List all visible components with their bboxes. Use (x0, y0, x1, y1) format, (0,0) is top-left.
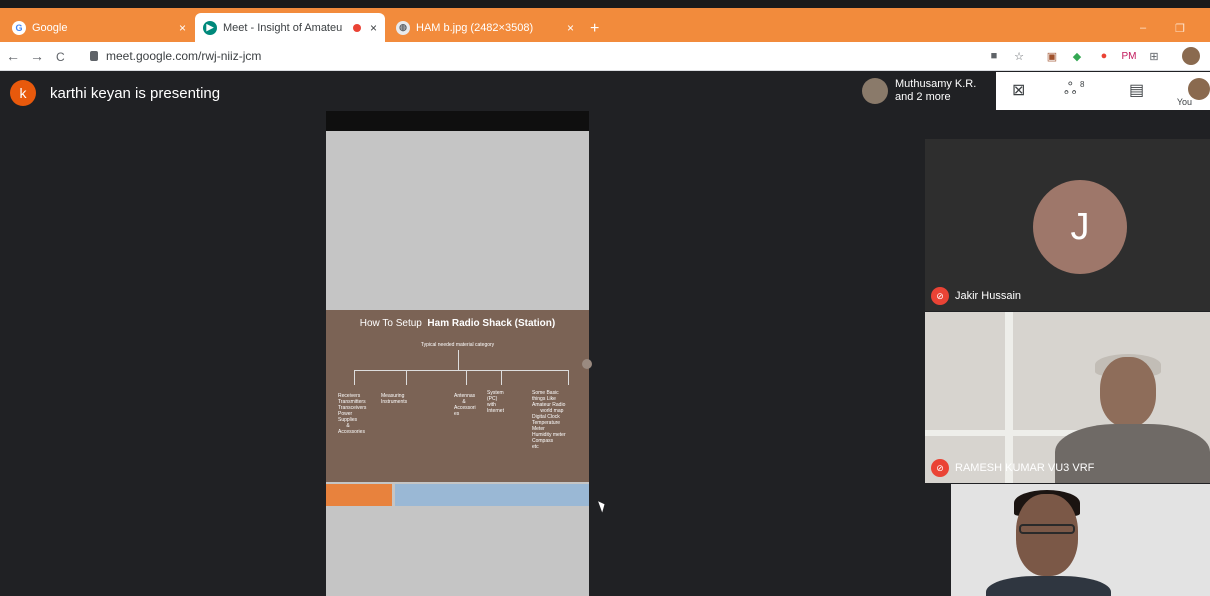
tab-google[interactable]: G Google × (4, 13, 194, 42)
profile-avatar[interactable] (1182, 47, 1200, 65)
recording-icon (353, 23, 361, 32)
presenting-banner: k karthi keyan is presenting (10, 80, 220, 106)
presenting-text: karthi keyan is presenting (50, 84, 221, 102)
star-icon[interactable]: ☆ (1010, 47, 1028, 65)
url-text: meet.google.com/rwj-niiz-jcm (106, 49, 262, 63)
meet-icon: ▶ (203, 20, 217, 35)
google-icon: G (12, 20, 26, 35)
participant-name: Muthusamy K.R. (895, 78, 977, 90)
slide-bar-blue (395, 484, 589, 506)
tree-connector (354, 370, 355, 385)
chat-icon[interactable]: ▤ (1129, 80, 1144, 100)
participant-label: ⊘ Jakir Hussain (931, 287, 1021, 305)
participant-more: and 2 more (895, 91, 951, 103)
extension-icon[interactable]: ◆ (1068, 47, 1086, 65)
camera-icon[interactable]: ■ (985, 47, 1003, 65)
mouse-cursor-icon (598, 499, 607, 513)
slide-category: System (PC) with Internet (487, 390, 504, 414)
tab-ham-image[interactable]: ◍ HAM b.jpg (2482×3508) × (388, 13, 582, 42)
tab-title: Meet - Insight of Amateur Ra (223, 21, 343, 34)
people-count-badge: 8 (1080, 80, 1085, 89)
avatar (862, 78, 888, 104)
participant-name: Jakir Hussain (955, 290, 1022, 302)
url-field[interactable]: meet.google.com/rwj-niiz-jcm (90, 49, 261, 63)
slide-knob (582, 359, 592, 369)
presenter-avatar: k (10, 80, 36, 106)
lock-icon (90, 51, 98, 61)
tab-title: HAM b.jpg (2482×3508) (416, 21, 534, 34)
tree-connector (458, 350, 459, 370)
slide-content: How To Setup Ham Radio Shack (Station) T… (326, 310, 592, 482)
participant-name: RAMESH KUMAR VU3 VRF (955, 462, 1095, 474)
slide-subtitle: Typical needed material category (420, 342, 495, 348)
participant-tile[interactable] (951, 484, 1210, 596)
close-tab-icon[interactable]: × (567, 21, 574, 35)
participant-glasses (1019, 524, 1075, 534)
minimize-button[interactable]: – (1140, 22, 1146, 34)
slide-category: Measuring Instruments (381, 393, 408, 405)
extension-icon[interactable]: ● (1095, 47, 1113, 65)
presentation-slide: How To Setup Ham Radio Shack (Station) T… (326, 111, 592, 596)
background-window-frame (1005, 312, 1013, 483)
tree-connector (354, 370, 568, 371)
slide-category: Antennas & Accessori es (454, 393, 476, 417)
restore-button[interactable]: ❐ (1175, 22, 1185, 35)
mic-off-icon: ⊘ (931, 459, 949, 477)
tree-connector (501, 370, 502, 385)
new-tab-button[interactable]: + (590, 20, 599, 38)
participants-chip[interactable]: Muthusamy K.R. and 2 more (856, 72, 996, 110)
participant-tile[interactable]: J ⊘ Jakir Hussain (925, 139, 1210, 311)
tree-connector (406, 370, 407, 385)
tab-bar: G Google × ▶ Meet - Insight of Amateur R… (0, 8, 1210, 42)
mic-off-icon: ⊘ (931, 287, 949, 305)
slide-category: Some Basic things Like Amateur Radio wor… (532, 390, 566, 450)
participant-avatar: J (1033, 180, 1127, 274)
tab-title: Google (32, 21, 68, 34)
participant-face (1100, 357, 1156, 427)
back-button[interactable]: ← (6, 48, 20, 64)
participant-body (986, 576, 1111, 596)
participant-tile[interactable]: ⊘ RAMESH KUMAR VU3 VRF (925, 312, 1210, 483)
participant-label: ⊘ RAMESH KUMAR VU3 VRF (931, 459, 1094, 477)
tab-meet[interactable]: ▶ Meet - Insight of Amateur Ra × (195, 13, 385, 42)
close-tab-icon[interactable]: × (370, 21, 377, 35)
slide-bar-orange (326, 484, 392, 506)
you-label: You (1176, 97, 1192, 107)
slide-top-band (326, 111, 589, 131)
meet-top-controls: Muthusamy K.R. and 2 more ⊠ ஃ 8 ▤ You (856, 72, 1210, 110)
self-avatar[interactable] (1188, 78, 1210, 100)
people-icon[interactable]: ஃ (1064, 80, 1077, 100)
close-tab-icon[interactable]: × (179, 21, 186, 35)
layout-icon[interactable]: ⊠ (1012, 80, 1025, 100)
tree-connector (568, 370, 569, 385)
slide-title: How To Setup Ham Radio Shack (Station) (359, 318, 556, 329)
meet-toolbar: ⊠ ஃ 8 ▤ You (996, 72, 1210, 110)
reload-button[interactable]: C (56, 50, 65, 64)
apps-icon[interactable]: ⊞ (1145, 47, 1163, 65)
extension-icon[interactable]: ▣ (1043, 47, 1061, 65)
pm-extension-icon[interactable]: PM (1120, 47, 1138, 65)
forward-button[interactable]: → (30, 48, 44, 64)
address-bar: ← → C meet.google.com/rwj-niiz-jcm ■ ☆ ▣… (0, 42, 1210, 71)
participant-face (1016, 494, 1078, 576)
meet-window: k karthi keyan is presenting Muthusamy K… (5, 72, 1210, 596)
slide-category: Receivers Transmitters Transceivers Powe… (338, 393, 367, 435)
globe-icon: ◍ (396, 20, 410, 35)
window-top-strip (0, 0, 1210, 8)
tree-connector (466, 370, 467, 385)
